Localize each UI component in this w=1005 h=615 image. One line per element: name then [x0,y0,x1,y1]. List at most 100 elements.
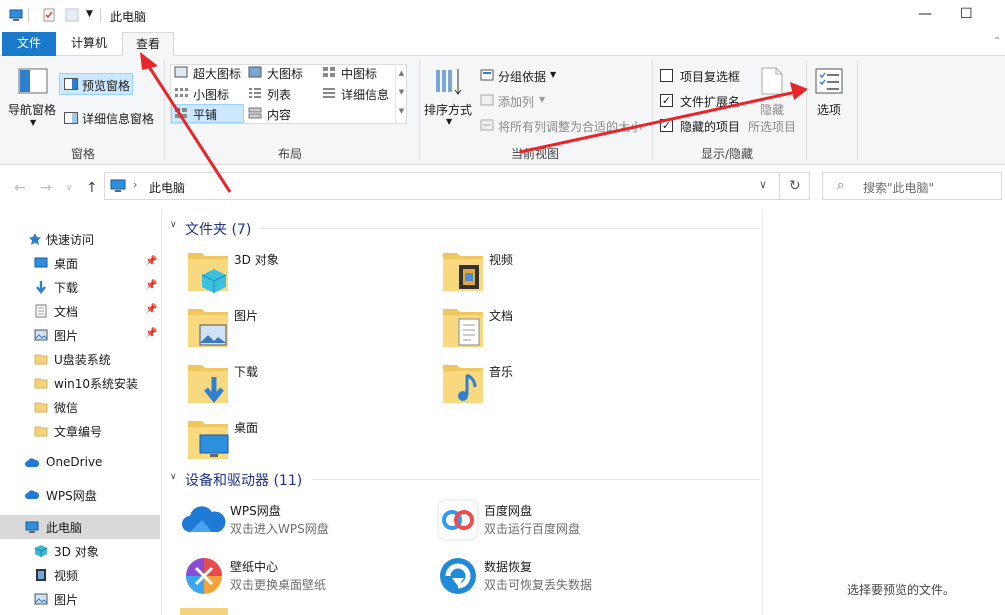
tab-file[interactable]: 文件 [2,32,56,56]
hide-selected-button[interactable]: 隐藏 [760,101,784,118]
folder-music[interactable]: 音乐 [439,357,679,409]
sidebar-item[interactable]: 此电脑 [0,515,160,539]
tiles-icon [175,108,187,118]
new-folder-icon[interactable] [65,8,79,22]
item-checkboxes-checkbox[interactable] [660,69,673,82]
up-button[interactable]: ↑ [86,180,98,196]
sidebar-item[interactable]: 文档 📌 [0,299,160,323]
layout-list[interactable]: 列表 [267,86,291,103]
sidebar-item[interactable]: 图片 [0,587,160,611]
group-label-panes: 窗格 [70,147,95,161]
pin-icon[interactable]: 📌 [145,328,157,339]
options-button[interactable]: 选项 [817,101,841,118]
tab-view[interactable]: 查看 [122,32,174,57]
search-input[interactable]: 搜索"此电脑" [863,179,934,196]
hidden-items-checkbox[interactable]: ✓ [660,119,673,132]
sidebar-item[interactable]: WPS网盘 [0,483,160,507]
layout-scrollbar[interactable]: ▲ ▼ ▼ [395,64,407,124]
sort-icon [436,69,462,95]
sidebar-item[interactable]: 微信 [0,395,160,419]
layout-large-icons[interactable]: 大图标 [267,65,303,82]
folder-label: 下载 [234,365,259,379]
sidebar-item[interactable]: OneDrive [0,451,160,475]
folder-label: 文档 [489,309,514,323]
divider [312,479,760,480]
sort-by-button[interactable]: 排序方式 [424,101,472,118]
pin-icon[interactable]: 📌 [145,304,157,315]
drive-description: 双击更换桌面壁纸 [230,578,327,592]
folder-3d-objects[interactable]: 3D 对象 [184,245,424,297]
computer-icon [25,520,39,534]
sidebar-item-label: 微信 [54,401,79,415]
tab-computer[interactable]: 计算机 [60,32,118,56]
collapse-ribbon-icon[interactable]: ⌃ [993,36,1001,47]
title-bar: ▼ 此电脑 — ☐ [0,0,1005,32]
maximize-button[interactable]: ☐ [960,6,973,22]
chevron-down-icon[interactable]: ▼ [550,70,556,79]
fit-columns-button[interactable]: 将所有列调整为合适的大小 [498,118,642,135]
search-icon: ⌕ [837,178,845,193]
sidebar-item[interactable]: 3D 对象 [0,539,160,563]
add-columns-button[interactable]: 添加列 [498,93,534,110]
sidebar-item[interactable]: U盘装系统 [0,347,160,371]
sidebar-item-label: 图片 [54,593,79,607]
cloud-icon [25,456,40,470]
layout-extra-large-icons[interactable]: 超大图标 [193,65,241,82]
sidebar-item[interactable]: win10系统安装 [0,371,160,395]
breadcrumb-this-pc[interactable]: 此电脑 [149,179,185,196]
content-icon [248,107,262,119]
breadcrumb-separator[interactable]: › [133,178,137,191]
folder-videos[interactable]: 视频 [439,245,679,297]
recent-locations-chevron-icon[interactable]: ∨ [66,183,73,193]
folder-downloads[interactable]: 下载 [184,357,424,409]
layout-small-icons[interactable]: 小图标 [193,86,229,103]
file-extensions-checkbox[interactable]: ✓ [660,94,673,107]
sidebar-item[interactable]: 视频 [0,563,160,587]
sidebar-item[interactable]: 文章编号 [0,419,160,443]
search-box[interactable]: ⌕ 搜索"此电脑" [822,172,1002,200]
preview-pane-button[interactable]: 预览窗格 [59,73,133,95]
group-by-button[interactable]: 分组依据 [498,68,546,85]
layout-details[interactable]: 详细信息 [341,86,389,103]
chevron-down-icon[interactable]: ▼ [446,117,452,126]
folder-documents[interactable]: 文档 [439,301,679,353]
drive-wallpaper-center[interactable]: 壁纸中心 双击更换桌面壁纸 [180,554,420,602]
collapse-chevron-icon[interactable]: ∨ [170,220,177,230]
address-dropdown-icon[interactable]: ∨ [759,178,767,191]
details-pane-button[interactable]: 详细信息窗格 [82,110,154,127]
sidebar-item[interactable]: 图片 📌 [0,323,160,347]
back-button[interactable]: ← [14,180,26,196]
layout-tiles[interactable]: 平铺 [193,106,217,123]
folder-desktop[interactable]: 桌面 [184,413,424,465]
layout-medium-icons[interactable]: 中图标 [341,65,377,82]
collapse-chevron-icon[interactable]: ∨ [170,472,177,482]
minimize-button[interactable]: — [918,6,932,22]
folder-icon [34,424,48,438]
drive-baidu-netdisk[interactable]: 百度网盘 双击运行百度网盘 [434,498,674,546]
sidebar-item-label: 文档 [54,305,79,319]
layout-content[interactable]: 内容 [267,106,291,123]
folder-pictures[interactable]: 图片 [184,301,424,353]
drive-wps-cloud[interactable]: WPS网盘 双击进入WPS网盘 [180,498,420,546]
chevron-down-icon[interactable]: ▼ [30,118,36,127]
chevron-down-icon[interactable]: ▼ [539,95,545,104]
forward-button[interactable]: → [40,180,52,196]
navigation-pane-button[interactable]: 导航窗格 [8,101,56,118]
address-bar[interactable]: › 此电脑 ∨ [104,172,780,200]
folders-header[interactable]: 文件夹 (7) [185,219,251,239]
refresh-button[interactable]: ↻ [780,172,810,200]
pin-icon[interactable]: 📌 [145,256,157,267]
properties-icon[interactable] [42,8,56,22]
sidebar-item[interactable]: 快速访问 [0,227,160,251]
drive-data-recovery[interactable]: 数据恢复 双击可恢复丢失数据 [434,554,674,602]
sidebar-item[interactable]: 桌面 📌 [0,251,160,275]
drive-label: WPS网盘 [230,504,281,518]
sidebar-item[interactable]: 下载 📌 [0,275,160,299]
devices-header[interactable]: 设备和驱动器 (11) [185,470,302,490]
ribbon: 导航窗格 ▼ 预览窗格 详细信息窗格 窗格 超大图标 大图标 中图标 小图标 列… [0,56,1005,165]
divider [652,60,653,160]
sidebar-item-label: 快速访问 [46,233,95,247]
customize-toolbar-icon[interactable]: ▼ [86,9,93,19]
pin-icon[interactable]: 📌 [145,280,157,291]
folder-icon [186,303,230,354]
